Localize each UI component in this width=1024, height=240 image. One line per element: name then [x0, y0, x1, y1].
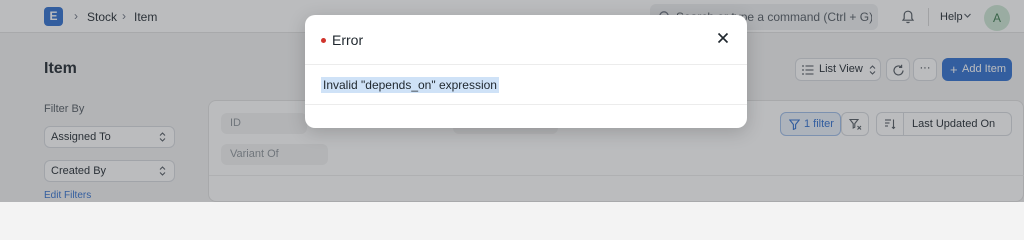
dialog-title: Error	[332, 32, 364, 48]
close-icon[interactable]	[716, 31, 730, 45]
error-indicator-dot	[321, 38, 326, 43]
error-dialog: Error Invalid "depends_on" expression	[305, 15, 747, 128]
dialog-divider	[305, 104, 747, 105]
error-message: Invalid "depends_on" expression	[321, 77, 499, 93]
dialog-divider	[305, 64, 747, 65]
